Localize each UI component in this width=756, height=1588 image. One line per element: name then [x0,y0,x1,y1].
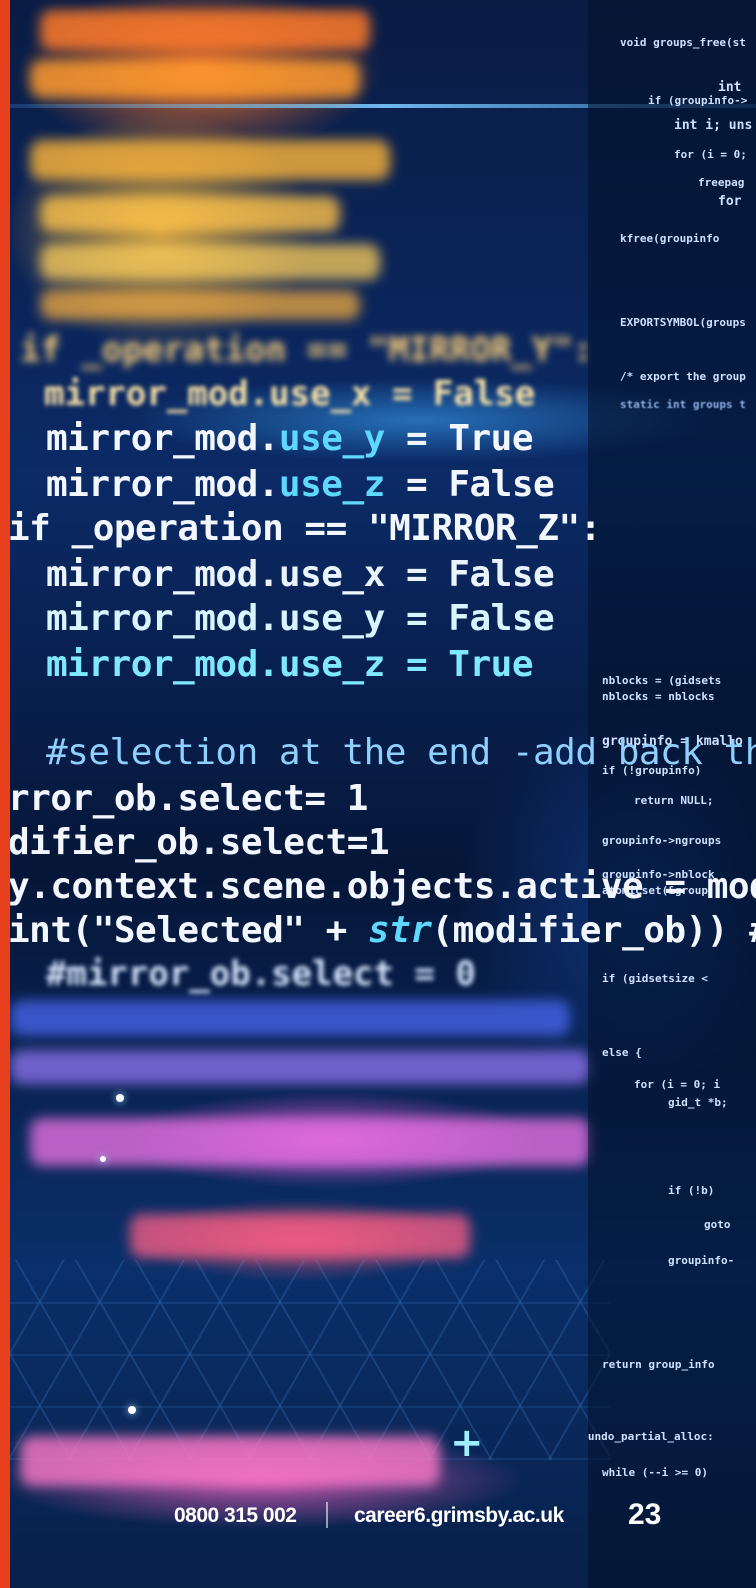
blurred-code-block [20,1436,440,1486]
side-code-line: void groups_free(st [620,36,746,49]
code-fragment: y.context.scene.objects.active = modi [8,866,756,907]
blurred-code-block [30,140,390,180]
code-line-mirror-select: rror_ob.select= 1 [8,778,368,819]
code-line-context-active: y.context.scene.objects.active = modi [8,866,756,907]
side-code-line: for [718,194,742,209]
code-line-use-x-false: mirror_mod.use_x = False [46,554,555,595]
side-code-line: goto [704,1218,731,1231]
page-footer: 0800 315 002 career6.grimsby.ac.uk 23 [10,1490,756,1546]
side-code-line: groupinfo->ngroups [602,834,722,847]
blurred-use-x-line: mirror_mod.use_x = False [44,374,536,414]
code-line-use-y-false: mirror_mod.use_y = False [46,598,555,639]
code-fragment: use_y [278,418,385,459]
code-fragment: rror_ob.select= 1 [8,778,368,819]
side-code-line: static int groups t [620,398,746,411]
code-fragment: mirror_mod.use_z = True [46,644,534,685]
code-comment-selection: #selection at the end -add back the [46,732,756,773]
side-code-line: gid_t *b; [668,1096,728,1109]
plus-glyph-decoration: + [450,1420,484,1466]
blurred-select-line: #mirror_ob.select = 0 [46,954,476,994]
side-code-line: int [718,80,742,95]
blurred-code-block [10,1050,590,1084]
light-sparkle [128,1406,136,1414]
code-fragment: int("Selected" + [8,910,368,951]
side-code-line: groupinfo- [668,1254,735,1267]
side-code-line: int i; uns [674,118,753,133]
blurred-code-block [30,1118,590,1166]
blurred-code-block [130,1214,470,1258]
side-code-line: if (gidsetsize < [602,972,708,985]
blurred-code-block [40,196,340,232]
blurred-code-block [40,10,370,50]
side-code-line: for (i = 0; [674,148,747,161]
code-fragment: if _operation == "MIRROR_Z": [8,508,601,549]
side-code-line: return NULL; [634,794,714,807]
side-code-line: freepag [698,176,745,189]
side-code-line: else { [602,1046,642,1059]
light-sparkle [100,1156,106,1162]
code-fragment: mirror_mod. [46,464,279,505]
code-line-modifier-select: difier_ob.select=1 [8,822,390,863]
blurred-code-block [40,244,380,280]
side-code-line: if (!b) [668,1184,715,1197]
side-code-line: kfree(groupinfo [620,232,720,245]
blurred-code-block [30,60,360,98]
code-fragment: difier_ob.select=1 [8,822,390,863]
side-code-line: nblocks = nblocks [602,690,715,703]
hexagon-pattern [10,1260,610,1460]
blurred-code-block [10,1000,570,1036]
light-sparkle [116,1094,124,1102]
code-fragment: #selection at the end -add back the [46,732,756,773]
side-code-line: /* export the group [620,370,746,383]
code-line-if-operation: if _operation == "MIRROR_Z": [8,508,601,549]
footer-website-link[interactable]: career6.grimsby.ac.uk [354,1504,564,1528]
side-code-line: EXPORTSYMBOL(groups [620,316,746,329]
side-code-line: while (--i >= 0) [602,1466,708,1479]
side-code-line: return group_info [602,1358,715,1371]
side-code-line: if (groupinfo-> [648,94,748,107]
footer-separator [326,1502,328,1528]
page-number: 23 [628,1498,662,1531]
accent-edge-bar [0,0,10,1588]
side-code-line: nblocks = (gidsets [602,674,722,687]
code-line-print-selected: int("Selected" + str(modifier_ob)) # [8,910,756,951]
blurred-operation-line: if _operation == "MIRROR_Y": [20,330,594,370]
right-code-column: void groups_free(st int if (groupinfo-> … [588,0,756,1588]
code-fragment: (modifier_ob)) # [431,910,756,951]
side-code-line: for (i = 0; i [634,1078,721,1091]
page: if _operation == "MIRROR_Y": mirror_mod.… [0,0,756,1588]
blurred-code-block [40,290,360,320]
code-fragment: = False [384,464,555,505]
code-line-use-z-true: mirror_mod.use_z = True [46,644,534,685]
side-code-line: outundo_partial_alloc: [588,1430,714,1443]
code-fragment: mirror_mod.use_x = False [46,554,555,595]
code-fragment: = True [384,418,534,459]
code-fragment: mirror_mod. [46,418,279,459]
code-fragment: str [367,910,432,951]
code-fragment: mirror_mod.use_y = False [46,598,555,639]
footer-phone[interactable]: 0800 315 002 [174,1504,297,1528]
code-fragment: use_z [278,464,385,505]
code-line-use-z: mirror_mod.use_z = False [46,464,555,505]
code-line-use-y: mirror_mod.use_y = True [46,418,534,459]
